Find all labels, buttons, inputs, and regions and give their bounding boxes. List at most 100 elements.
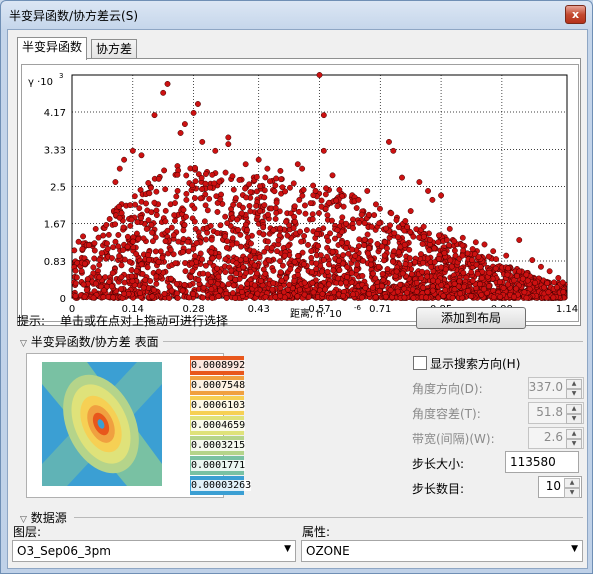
cloud-point[interactable] [316, 210, 322, 217]
cloud-point[interactable] [161, 167, 168, 174]
cloud-point[interactable] [85, 242, 92, 249]
cloud-point[interactable] [353, 205, 360, 212]
outlier-point[interactable] [277, 167, 284, 174]
cloud-point[interactable] [269, 286, 276, 293]
cloud-point[interactable] [335, 257, 342, 264]
cloud-point[interactable] [435, 278, 442, 285]
cloud-point[interactable] [168, 275, 174, 282]
cloud-point[interactable] [240, 264, 247, 271]
cloud-point[interactable] [230, 201, 237, 208]
cloud-point[interactable] [513, 273, 520, 279]
cloud-point[interactable] [301, 279, 308, 286]
dropdown-arrow-icon[interactable]: ▼ [284, 544, 291, 554]
spinner-arrows-icon[interactable]: ▲ ▼ [566, 379, 582, 399]
lag-count-spinner[interactable]: 10 ▲ ▼ [538, 476, 582, 498]
cloud-point[interactable] [101, 287, 108, 294]
cloud-point[interactable] [234, 216, 241, 223]
cloud-point[interactable] [362, 285, 369, 291]
cloud-point[interactable] [513, 285, 520, 292]
outlier-point[interactable] [121, 156, 128, 163]
cloud-point[interactable] [233, 260, 240, 267]
cloud-point[interactable] [333, 197, 340, 204]
cloud-point[interactable] [339, 214, 346, 221]
cloud-point[interactable] [367, 261, 374, 268]
outlier-point[interactable] [316, 72, 323, 78]
cloud-point[interactable] [239, 204, 246, 211]
cloud-point[interactable] [367, 238, 374, 245]
cloud-point[interactable] [451, 280, 458, 287]
cloud-point[interactable] [340, 252, 346, 259]
cloud-point[interactable] [146, 190, 153, 197]
cloud-point[interactable] [496, 279, 503, 285]
cloud-point[interactable] [95, 234, 102, 241]
outlier-point[interactable] [390, 147, 397, 154]
cloud-point[interactable] [395, 249, 402, 256]
cloud-point[interactable] [419, 240, 426, 247]
cloud-point[interactable] [554, 284, 560, 291]
cloud-point[interactable] [322, 206, 329, 212]
cloud-point[interactable] [343, 245, 349, 251]
cloud-point[interactable] [460, 247, 467, 254]
cloud-point[interactable] [81, 260, 88, 267]
cloud-point[interactable] [393, 268, 400, 275]
cloud-point[interactable] [320, 256, 327, 263]
cloud-point[interactable] [105, 294, 112, 300]
cloud-point[interactable] [214, 230, 221, 236]
cloud-point[interactable] [448, 263, 455, 270]
cloud-point[interactable] [199, 294, 206, 301]
cloud-point[interactable] [469, 277, 476, 284]
cloud-point[interactable] [128, 267, 135, 274]
cloud-point[interactable] [410, 294, 417, 301]
cloud-point[interactable] [275, 237, 282, 244]
cloud-point[interactable] [449, 294, 456, 301]
cloud-point[interactable] [324, 212, 331, 219]
cloud-point[interactable] [440, 292, 447, 299]
show-search-direction-label[interactable]: 显示搜索方向(H) [430, 355, 520, 372]
cloud-point[interactable] [155, 175, 162, 182]
cloud-point[interactable] [300, 186, 307, 193]
cloud-point[interactable] [408, 271, 415, 278]
cloud-point[interactable] [296, 208, 303, 215]
cloud-point[interactable] [360, 257, 367, 264]
outlier-point[interactable] [420, 223, 427, 230]
cloud-point[interactable] [270, 227, 277, 234]
cloud-point[interactable] [230, 186, 237, 193]
cloud-point[interactable] [451, 286, 458, 293]
cloud-point[interactable] [262, 293, 269, 300]
cloud-point[interactable] [230, 290, 236, 296]
cloud-point[interactable] [344, 239, 351, 246]
cloud-point[interactable] [118, 286, 124, 293]
cloud-point[interactable] [291, 258, 298, 265]
cloud-point[interactable] [239, 289, 245, 295]
cloud-point[interactable] [109, 255, 115, 262]
cloud-point[interactable] [142, 276, 149, 283]
cloud-point[interactable] [72, 280, 79, 287]
outlier-point[interactable] [164, 80, 171, 87]
cloud-point[interactable] [298, 238, 305, 245]
outlier-point[interactable] [546, 268, 553, 275]
cloud-point[interactable] [380, 277, 387, 284]
cloud-point[interactable] [305, 241, 311, 248]
cloud-point[interactable] [478, 291, 485, 298]
outlier-point[interactable] [386, 138, 392, 145]
cloud-point[interactable] [326, 281, 332, 288]
cloud-point[interactable] [79, 246, 86, 252]
cloud-point[interactable] [424, 289, 431, 295]
outlier-point[interactable] [181, 121, 188, 128]
cloud-point[interactable] [273, 175, 280, 182]
cloud-point[interactable] [420, 233, 427, 240]
cloud-point[interactable] [312, 187, 319, 194]
cloud-point[interactable] [372, 294, 379, 301]
cloud-point[interactable] [324, 268, 331, 275]
cloud-point[interactable] [332, 235, 338, 242]
cloud-point[interactable] [247, 292, 254, 299]
cloud-point[interactable] [427, 236, 434, 243]
cloud-point[interactable] [136, 205, 143, 212]
outlier-point[interactable] [503, 252, 510, 259]
cloud-point[interactable] [162, 186, 169, 193]
cloud-point[interactable] [504, 281, 511, 288]
cloud-point[interactable] [228, 267, 235, 274]
cloud-point[interactable] [229, 235, 236, 242]
cloud-point[interactable] [222, 233, 228, 240]
cloud-point[interactable] [246, 203, 253, 209]
